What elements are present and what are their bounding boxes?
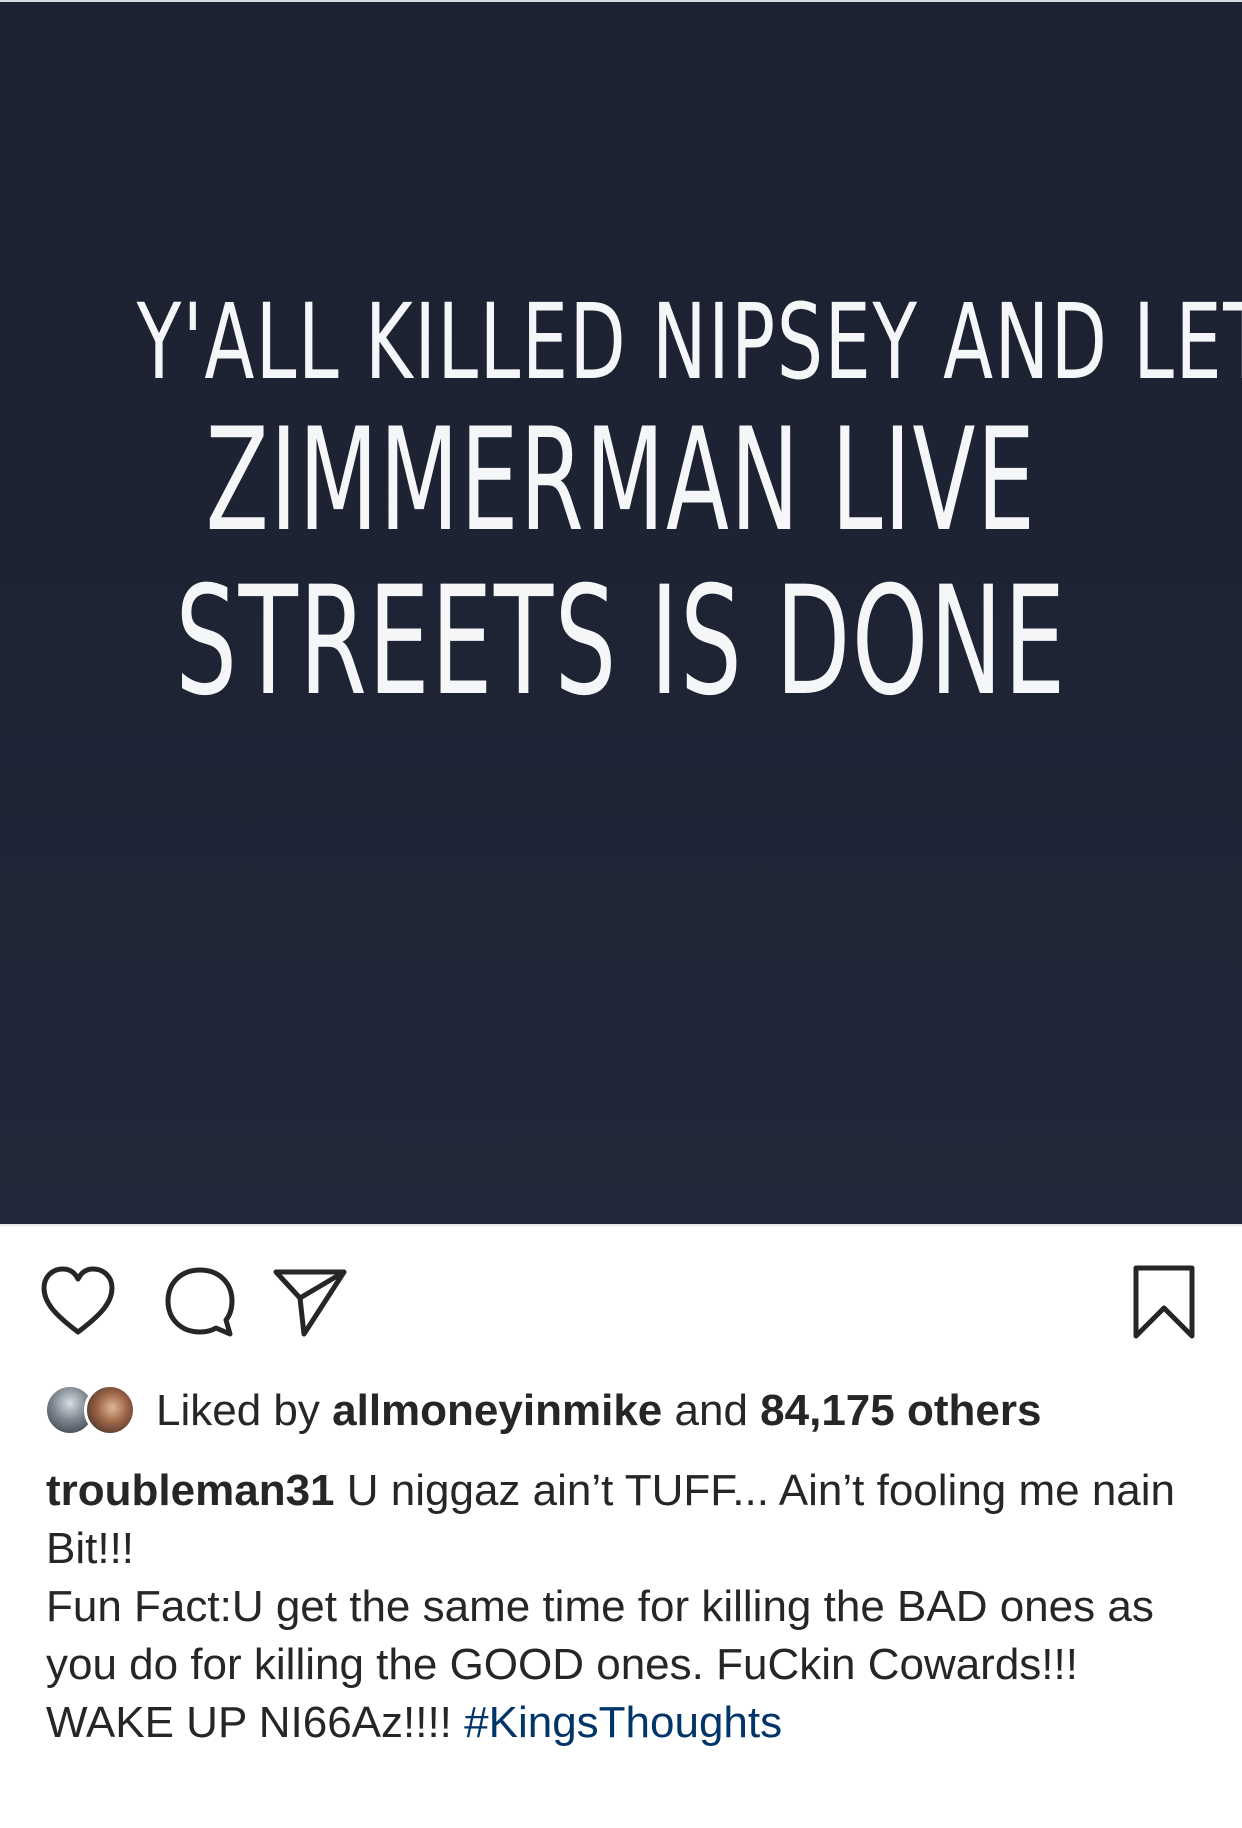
- caption-username[interactable]: troubleman31: [46, 1466, 335, 1515]
- likes-count[interactable]: 84,175 others: [760, 1386, 1041, 1436]
- action-bar: [0, 1262, 1242, 1344]
- bookmark-icon[interactable]: [1124, 1262, 1204, 1342]
- image-text-line-1: Y'ALL KILLED NIPSEY AND LET: [136, 281, 1242, 403]
- liker-username[interactable]: allmoneyinmike: [332, 1386, 662, 1436]
- caption-line-2: Fun Fact:U get the same time for killing…: [46, 1582, 1154, 1689]
- post-caption: troubleman31 U niggaz ain’t TUFF... Ain’…: [46, 1462, 1206, 1752]
- caption-line-1: troubleman31 U niggaz ain’t TUFF... Ain’…: [46, 1462, 1206, 1578]
- hashtag-link[interactable]: #KingsThoughts: [464, 1698, 782, 1747]
- caption-text-3: WAKE UP NI66Az!!!!: [46, 1698, 452, 1747]
- image-text-line-2: ZIMMERMAN LIVE: [205, 398, 1037, 563]
- post-image-text: Y'ALL KILLED NIPSEY AND LET ZIMMERMAN LI…: [0, 282, 1242, 722]
- likes-summary[interactable]: Liked by allmoneyinmike and 84,175 other…: [44, 1378, 1041, 1444]
- image-divider: [0, 1224, 1242, 1226]
- avatar[interactable]: [84, 1384, 136, 1436]
- heart-icon[interactable]: [38, 1262, 118, 1342]
- post-image[interactable]: Y'ALL KILLED NIPSEY AND LET ZIMMERMAN LI…: [0, 0, 1242, 1224]
- likes-connector: and: [674, 1386, 748, 1435]
- image-text-line-3: STREETS IS DONE: [175, 555, 1067, 729]
- comment-bubble-icon[interactable]: [160, 1262, 240, 1342]
- liker-avatars[interactable]: [44, 1382, 144, 1440]
- caption-line-3: WAKE UP NI66Az!!!! #KingsThoughts: [46, 1694, 1206, 1752]
- paper-plane-icon[interactable]: [270, 1262, 350, 1342]
- likes-prefix: Liked by: [156, 1386, 320, 1435]
